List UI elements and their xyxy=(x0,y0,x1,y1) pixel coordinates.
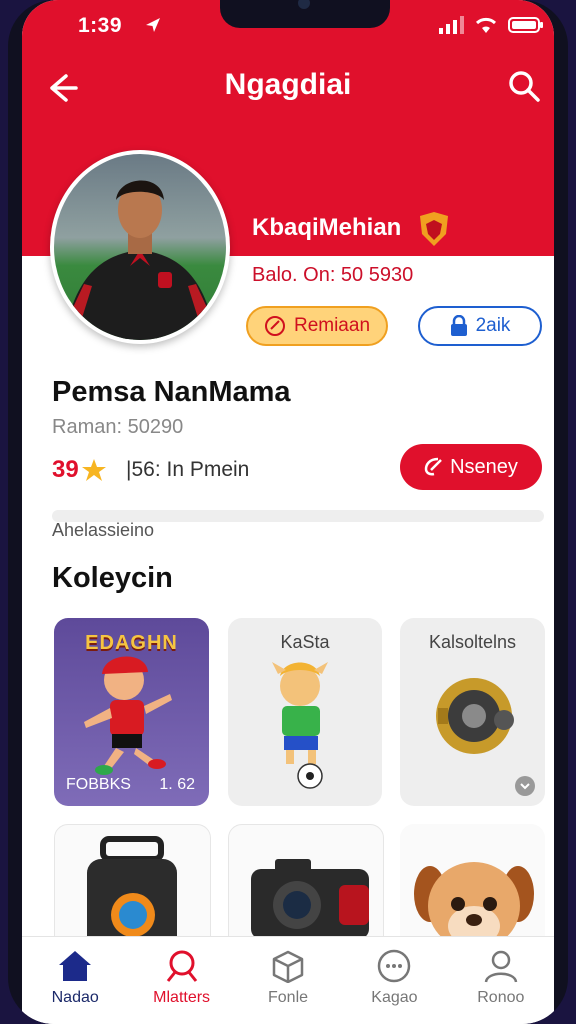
club-badge-icon xyxy=(420,212,448,246)
bottom-nav: Nadao Mlatters Fonle Kagao Ronoo xyxy=(22,936,554,1024)
player-subtitle: Raman: 50290 xyxy=(52,416,184,438)
phone-frame: 1:39 Ngagdiai KbaqiMehian Balo. On: 50 5… xyxy=(8,0,568,1024)
reward-button[interactable]: Remiaan xyxy=(246,306,388,346)
score-value: 39 xyxy=(52,456,79,483)
app-screen: 1:39 Ngagdiai KbaqiMehian Balo. On: 50 5… xyxy=(22,0,554,1024)
progress-label: Ahelassieino xyxy=(52,520,155,540)
player-photo xyxy=(54,154,226,340)
nav-label: Kagao xyxy=(371,989,418,1006)
collection-card[interactable]: EDAGHN FOBBKS 1. 62 xyxy=(54,618,209,806)
star-icon xyxy=(81,459,106,481)
nav-item-chat[interactable]: Kagao xyxy=(341,937,447,1024)
status-time: 1:39 xyxy=(78,14,123,37)
lock-icon xyxy=(450,315,467,336)
player-name: Pemsa NanMama xyxy=(52,376,291,408)
wifi-icon xyxy=(475,17,497,33)
collection-card[interactable]: KaSta xyxy=(228,618,382,806)
card-foot-right: 1. 62 xyxy=(159,776,195,793)
nav-label: Nadao xyxy=(51,989,99,1006)
score: 39 xyxy=(52,456,107,484)
club-name: KbaqiMehian xyxy=(252,214,402,241)
reward-icon xyxy=(264,316,285,336)
chevron-down-icon[interactable] xyxy=(515,776,535,796)
money-button[interactable]: Nseney xyxy=(400,444,542,490)
avatar[interactable] xyxy=(50,150,230,344)
nav-label: Ronoo xyxy=(477,989,525,1006)
user-icon xyxy=(484,950,518,983)
collection-title: Koleycin xyxy=(52,562,173,594)
lock-button[interactable]: 2aik xyxy=(418,306,542,346)
chat-icon xyxy=(378,949,411,983)
nav-label: Mlatters xyxy=(153,989,211,1006)
nav-label: Fonle xyxy=(268,989,309,1006)
nav-item-profile[interactable]: Ronoo xyxy=(448,937,554,1024)
status-icons xyxy=(438,16,544,34)
camera-icon xyxy=(298,0,310,9)
nav-item-fonle[interactable]: Fonle xyxy=(235,937,341,1024)
player-photo-illustration xyxy=(64,180,216,340)
whistle-icon xyxy=(166,950,197,982)
home-icon xyxy=(59,951,92,981)
edit-icon xyxy=(424,457,442,476)
money-button-label: Nseney xyxy=(450,455,518,478)
box-icon xyxy=(272,950,304,983)
collection-card[interactable]: Kalsoltelns xyxy=(400,618,545,806)
camera-notch xyxy=(220,0,390,28)
nav-item-matches[interactable]: Mlatters xyxy=(128,937,234,1024)
nav-item-home[interactable]: Nadao xyxy=(22,937,128,1024)
location-arrow-icon xyxy=(146,18,160,32)
page-title: Ngagdiai xyxy=(224,68,352,101)
cartoon-player-illustration xyxy=(272,662,328,789)
balance-text: Balo. On: 50 5930 xyxy=(252,264,414,286)
card-foot-left: FOBBKS xyxy=(66,776,131,793)
search-icon[interactable] xyxy=(506,68,542,104)
signal-icon xyxy=(439,16,464,34)
battery-icon xyxy=(508,17,543,33)
reward-button-label: Remiaan xyxy=(293,315,371,336)
lock-button-label: 2aik xyxy=(475,315,511,336)
rank-text: |56: In Pmein xyxy=(126,458,250,481)
